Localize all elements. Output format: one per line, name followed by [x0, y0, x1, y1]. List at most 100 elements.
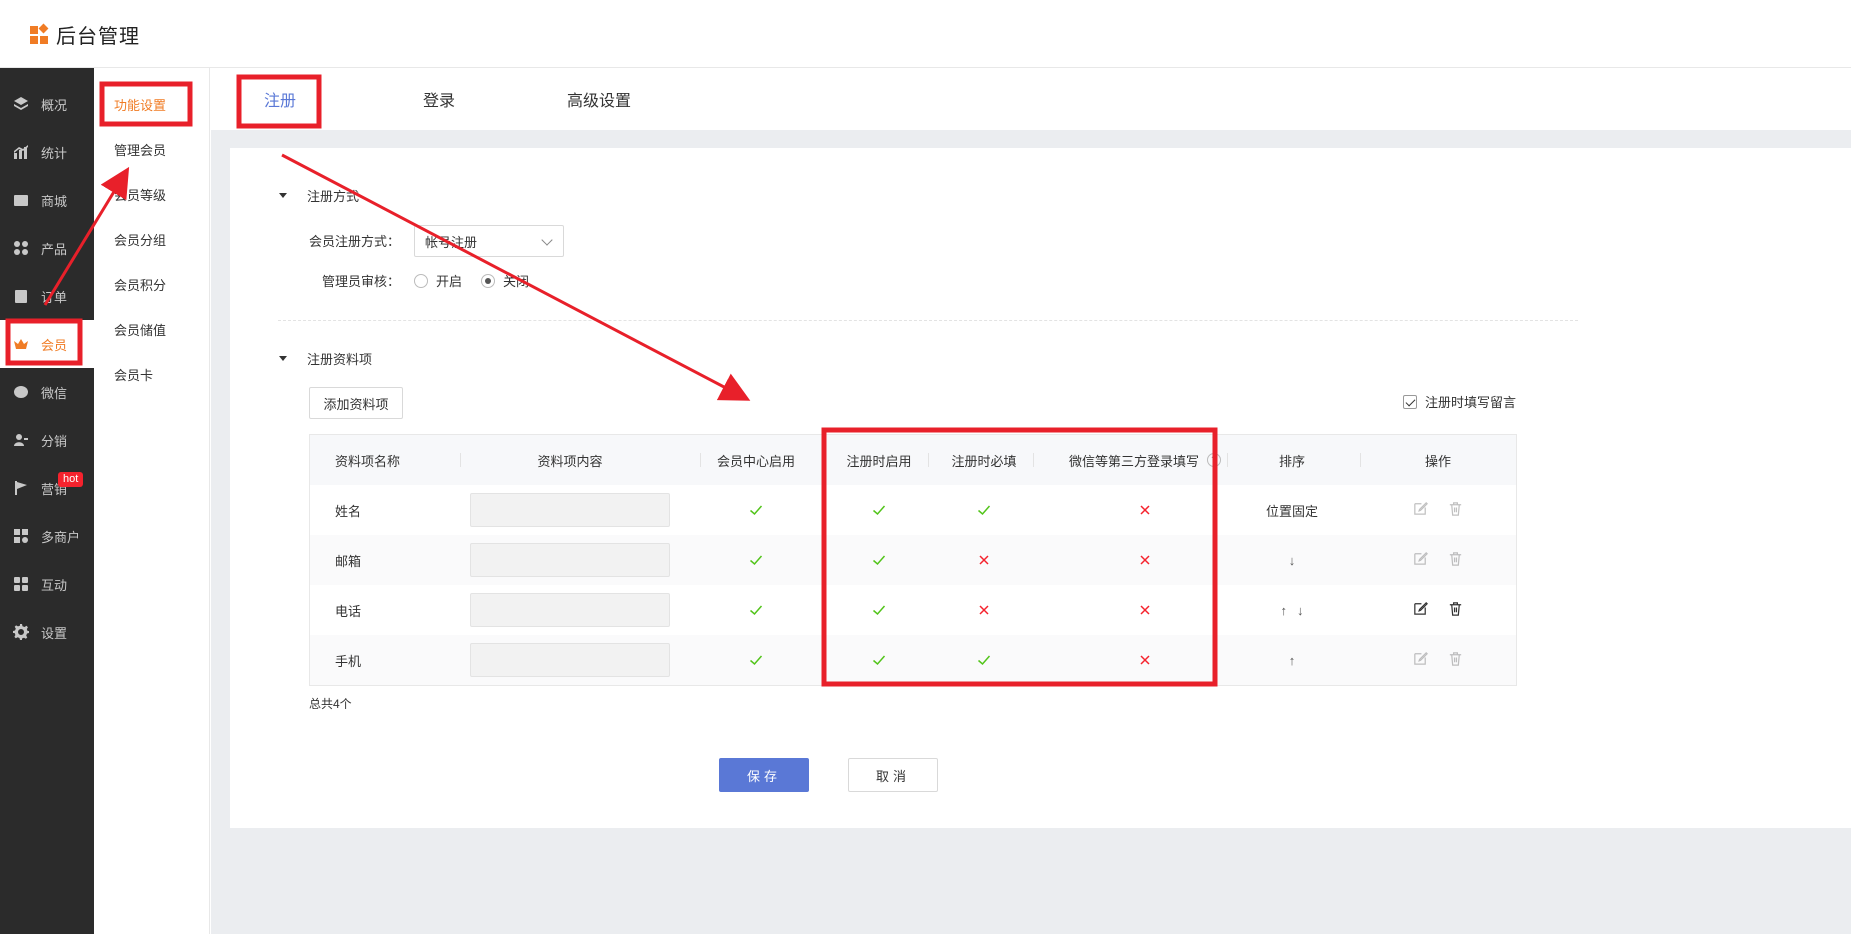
- wechat-icon: [13, 384, 29, 400]
- tab-label: 高级设置: [567, 93, 632, 110]
- trash-icon[interactable]: [1447, 500, 1464, 520]
- sidebar-item-label: 订单: [41, 289, 68, 305]
- trash-icon[interactable]: [1447, 550, 1464, 570]
- chevron-down-icon: [541, 234, 553, 246]
- sidebar-item-order[interactable]: 订单: [0, 272, 94, 320]
- edit-icon[interactable]: [1412, 550, 1429, 570]
- register-fields-table: 资料项名称 资料项内容 会员中心启用 注册时启用 注册时必填 微信等第三方登录填…: [309, 434, 1517, 686]
- leave-message-option[interactable]: 注册时填写留言: [1403, 392, 1516, 411]
- subnav-item-label: 会员储值: [114, 322, 167, 338]
- subnav-item-label: 会员卡: [114, 367, 154, 383]
- subnav-item-feature-settings[interactable]: 功能设置: [94, 84, 210, 124]
- move-down-icon[interactable]: ↓: [1297, 603, 1304, 618]
- sidebar-item-interact[interactable]: 互动: [0, 560, 94, 608]
- trash-icon[interactable]: [1447, 600, 1464, 620]
- sidebar-item-label: 互动: [41, 577, 68, 593]
- subnav-item-member-balance[interactable]: 会员储值: [94, 309, 210, 349]
- sidebar-item-label: 微信: [41, 385, 68, 401]
- add-field-button[interactable]: 添加资料项: [309, 387, 403, 419]
- field-content-cell: [460, 535, 680, 585]
- sort-cell: ↑: [1227, 635, 1357, 685]
- field-content-cell: [460, 585, 680, 635]
- field-content-cell: [460, 485, 680, 535]
- field-content-input[interactable]: [470, 593, 670, 627]
- col-field-name: 资料项名称: [335, 453, 401, 469]
- sidebar-item-multi-merchant[interactable]: 多商户: [0, 512, 94, 560]
- subnav-item-label: 功能设置: [114, 97, 167, 113]
- check-icon: [700, 585, 812, 635]
- radio-label: 开启: [436, 274, 463, 289]
- col-actions: 操作: [1424, 453, 1451, 469]
- actions-cell: [1360, 585, 1516, 635]
- edit-icon[interactable]: [1412, 600, 1429, 620]
- subnav-item-member-points[interactable]: 会员积分: [94, 264, 210, 304]
- radio-circle: [414, 273, 428, 288]
- cross-icon: [928, 535, 1040, 585]
- col-third-party-label: 微信等第三方登录填写: [1068, 453, 1199, 469]
- sidebar-item-stats[interactable]: 统计: [0, 128, 94, 176]
- register-method-select[interactable]: 帐号注册: [414, 225, 564, 257]
- sidebar-item-label: 统计: [41, 145, 68, 161]
- sidebar-item-distribution[interactable]: 分销: [0, 416, 94, 464]
- radio-label: 关闭: [503, 274, 530, 289]
- edit-icon[interactable]: [1412, 500, 1429, 520]
- admin-review-label: 管理员审核：: [321, 274, 400, 289]
- field-content-input[interactable]: [470, 493, 670, 527]
- check-icon: [928, 485, 1040, 535]
- check-icon: [823, 485, 935, 535]
- sidebar-item-overview[interactable]: 概况: [0, 80, 94, 128]
- section-register-fields[interactable]: 注册资料项: [279, 349, 372, 368]
- leave-message-checkbox[interactable]: [1403, 394, 1417, 409]
- section-divider: [278, 320, 1578, 321]
- section-register-method[interactable]: 注册方式: [279, 186, 359, 205]
- sidebar-item-wechat[interactable]: 微信: [0, 368, 94, 416]
- sidebar-item-product[interactable]: 产品: [0, 224, 94, 272]
- user-share-icon: [13, 432, 29, 448]
- subnav-item-member-card[interactable]: 会员卡: [94, 354, 210, 394]
- check-icon: [928, 635, 1040, 685]
- caret-down-icon: [279, 193, 287, 198]
- move-up-icon[interactable]: ↑: [1281, 603, 1288, 618]
- sort-cell: 位置固定: [1227, 485, 1357, 535]
- sidebar-item-shop[interactable]: 商城: [0, 176, 94, 224]
- field-name: 电话: [335, 603, 362, 619]
- subnav-item-label: 管理会员: [114, 142, 167, 158]
- subnav-item-member-groups[interactable]: 会员分组: [94, 219, 210, 259]
- review-radio-on[interactable]: 开启: [414, 271, 462, 290]
- field-name: 手机: [335, 653, 362, 669]
- table-row: 邮箱 ↓: [310, 535, 1516, 585]
- tab-advanced-settings[interactable]: 高级设置: [567, 68, 631, 130]
- tab-label: 登录: [423, 93, 456, 110]
- subnav-item-manage-members[interactable]: 管理会员: [94, 129, 210, 169]
- tab-login[interactable]: 登录: [423, 68, 455, 130]
- sort-cell: ↑ ↓: [1227, 585, 1357, 635]
- field-content-input[interactable]: [470, 643, 670, 677]
- cross-icon: [1033, 635, 1257, 685]
- sidebar-item-marketing[interactable]: 营销 hot: [0, 464, 94, 512]
- cancel-button[interactable]: 取消: [848, 758, 938, 792]
- app-logo[interactable]: 后台管理: [30, 20, 140, 49]
- tab-register[interactable]: 注册: [264, 68, 296, 130]
- move-up-icon[interactable]: ↑: [1289, 653, 1296, 668]
- move-down-icon[interactable]: ↓: [1289, 553, 1296, 568]
- sidebar-item-label: 分销: [41, 433, 68, 449]
- hot-badge: hot: [58, 472, 84, 487]
- register-method-label: 会员注册方式：: [308, 234, 400, 249]
- review-radio-off[interactable]: 关闭: [481, 271, 529, 290]
- sidebar-item-member[interactable]: 会员: [0, 320, 94, 368]
- save-button[interactable]: 保存: [719, 758, 809, 792]
- check-icon: [823, 585, 935, 635]
- edit-icon[interactable]: [1412, 650, 1429, 670]
- sidebar-item-settings[interactable]: 设置: [0, 608, 94, 656]
- subnav-item-member-levels[interactable]: 会员等级: [94, 174, 210, 214]
- check-icon: [700, 485, 812, 535]
- table-row: 手机 ↑: [310, 635, 1516, 685]
- cross-icon: [1033, 535, 1257, 585]
- field-content-input[interactable]: [470, 543, 670, 577]
- col-sort: 排序: [1278, 453, 1305, 469]
- col-reg-enabled: 注册时启用: [846, 453, 912, 469]
- trash-icon[interactable]: [1447, 650, 1464, 670]
- help-icon[interactable]: ?: [1207, 453, 1221, 467]
- sidebar-item-label: 会员: [41, 337, 68, 353]
- flag-icon: [13, 480, 29, 496]
